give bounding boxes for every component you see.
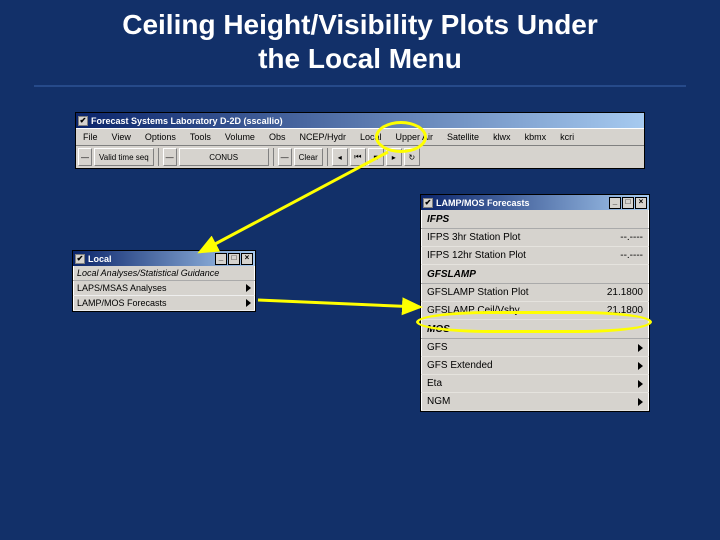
menu-kbmx[interactable]: kbmx <box>518 129 554 145</box>
local-menu-titlebar[interactable]: ✔ Local _ □ × <box>73 251 255 266</box>
main-window-titlebar[interactable]: ✔ Forecast Systems Laboratory D-2D (ssca… <box>76 113 644 128</box>
menu-ncep-hydr[interactable]: NCEP/Hydr <box>292 129 353 145</box>
toolbar-clear-button[interactable]: Clear <box>294 148 323 166</box>
toolbar-stop-icon[interactable]: ■ <box>368 148 384 166</box>
menu-local[interactable]: Local <box>353 129 389 145</box>
local-item-lamp-mos[interactable]: LAMP/MOS Forecasts <box>73 296 255 311</box>
lampmos-titlebar[interactable]: ✔ LAMP/MOS Forecasts _ □ × <box>421 195 649 210</box>
toolbar-loop-icon[interactable]: ↻ <box>404 148 420 166</box>
submenu-arrow-icon <box>246 299 251 307</box>
submenu-arrow-icon <box>638 398 643 406</box>
ifps-3hr-station-plot[interactable]: IFPS 3hr Station Plot --.---- <box>421 229 649 247</box>
submenu-arrow-icon <box>638 362 643 370</box>
item-label: GFS <box>427 342 448 353</box>
item-label: Eta <box>427 378 442 389</box>
toolbar: — Valid time seq — CONUS — Clear ◂ ⏮ ■ ▸… <box>76 146 644 168</box>
lampmos-window: ✔ LAMP/MOS Forecasts _ □ × IFPS IFPS 3hr… <box>420 194 650 412</box>
local-item-laps-msas[interactable]: LAPS/MSAS Analyses <box>73 281 255 296</box>
app-icon: ✔ <box>78 116 88 126</box>
toolbar-separator-2 <box>273 148 274 166</box>
item-label: GFS Extended <box>427 360 493 371</box>
main-window: ✔ Forecast Systems Laboratory D-2D (ssca… <box>75 112 645 169</box>
local-close-icon[interactable]: × <box>241 253 253 265</box>
main-window-title: Forecast Systems Laboratory D-2D (sscall… <box>91 116 642 126</box>
ifps-12hr-station-plot[interactable]: IFPS 12hr Station Plot --.---- <box>421 247 649 265</box>
lampmos-title: LAMP/MOS Forecasts <box>436 198 609 208</box>
submenu-arrow-icon <box>638 344 643 352</box>
toolbar-valid-time-label[interactable]: Valid time seq <box>94 148 154 166</box>
toolbar-prev-icon[interactable]: ◂ <box>332 148 348 166</box>
local-menu-icon: ✔ <box>75 254 85 264</box>
local-menu-title: Local <box>88 254 215 264</box>
lampmos-icon: ✔ <box>423 198 433 208</box>
local-menu-heading: Local Analyses/Statistical Guidance <box>73 266 255 281</box>
mos-eta[interactable]: Eta <box>421 375 649 393</box>
toolbar-stepper-2[interactable]: — <box>163 148 177 166</box>
toolbar-stepper-3[interactable]: — <box>278 148 292 166</box>
item-value: --.---- <box>620 250 643 261</box>
toolbar-separator-1 <box>158 148 159 166</box>
toolbar-separator-3 <box>327 148 328 166</box>
menubar: File View Options Tools Volume Obs NCEP/… <box>76 128 644 146</box>
menu-upper-air[interactable]: Upper Air <box>389 129 441 145</box>
item-label: NGM <box>427 396 450 407</box>
menu-options[interactable]: Options <box>138 129 183 145</box>
title-divider <box>34 85 686 87</box>
menu-kcri[interactable]: kcri <box>553 129 581 145</box>
item-label: GFSLAMP Ceil/Vsby <box>427 305 520 316</box>
menu-klwx[interactable]: klwx <box>486 129 518 145</box>
gfslamp-ceil-vsby[interactable]: GFSLAMP Ceil/Vsby 21.1800 <box>421 302 649 320</box>
title-line-2: the Local Menu <box>258 43 462 74</box>
menu-file[interactable]: File <box>76 129 105 145</box>
section-gfslamp: GFSLAMP <box>421 265 649 284</box>
mos-ngm[interactable]: NGM <box>421 393 649 411</box>
item-label: GFSLAMP Station Plot <box>427 287 529 298</box>
toolbar-scale-conus[interactable]: CONUS <box>179 148 269 166</box>
item-value: 21.1800 <box>607 305 643 316</box>
lampmos-min-icon[interactable]: _ <box>609 197 621 209</box>
menu-tools[interactable]: Tools <box>183 129 218 145</box>
submenu-arrow-icon <box>246 284 251 292</box>
item-label: IFPS 3hr Station Plot <box>427 232 520 243</box>
item-label: IFPS 12hr Station Plot <box>427 250 526 261</box>
arrow-submenu-to-lampmos <box>258 300 420 307</box>
local-max-icon[interactable]: □ <box>228 253 240 265</box>
toolbar-rewind-icon[interactable]: ⏮ <box>350 148 366 166</box>
menu-view[interactable]: View <box>105 129 138 145</box>
menu-satellite[interactable]: Satellite <box>440 129 486 145</box>
toolbar-stepper-1[interactable]: — <box>78 148 92 166</box>
local-min-icon[interactable]: _ <box>215 253 227 265</box>
local-menu-window: ✔ Local _ □ × Local Analyses/Statistical… <box>72 250 256 312</box>
menu-volume[interactable]: Volume <box>218 129 262 145</box>
menu-obs[interactable]: Obs <box>262 129 293 145</box>
mos-gfs-extended[interactable]: GFS Extended <box>421 357 649 375</box>
item-value: --.---- <box>620 232 643 243</box>
section-mos: MOS <box>421 320 649 339</box>
section-ifps: IFPS <box>421 210 649 229</box>
toolbar-play-icon[interactable]: ▸ <box>386 148 402 166</box>
gfslamp-station-plot[interactable]: GFSLAMP Station Plot 21.1800 <box>421 284 649 302</box>
title-line-1: Ceiling Height/Visibility Plots Under <box>122 9 598 40</box>
slide-title: Ceiling Height/Visibility Plots Under th… <box>0 0 720 79</box>
lampmos-close-icon[interactable]: × <box>635 197 647 209</box>
local-item-label: LAMP/MOS Forecasts <box>77 298 167 308</box>
item-value: 21.1800 <box>607 287 643 298</box>
local-item-label: LAPS/MSAS Analyses <box>77 283 167 293</box>
lampmos-max-icon[interactable]: □ <box>622 197 634 209</box>
submenu-arrow-icon <box>638 380 643 388</box>
mos-gfs[interactable]: GFS <box>421 339 649 357</box>
